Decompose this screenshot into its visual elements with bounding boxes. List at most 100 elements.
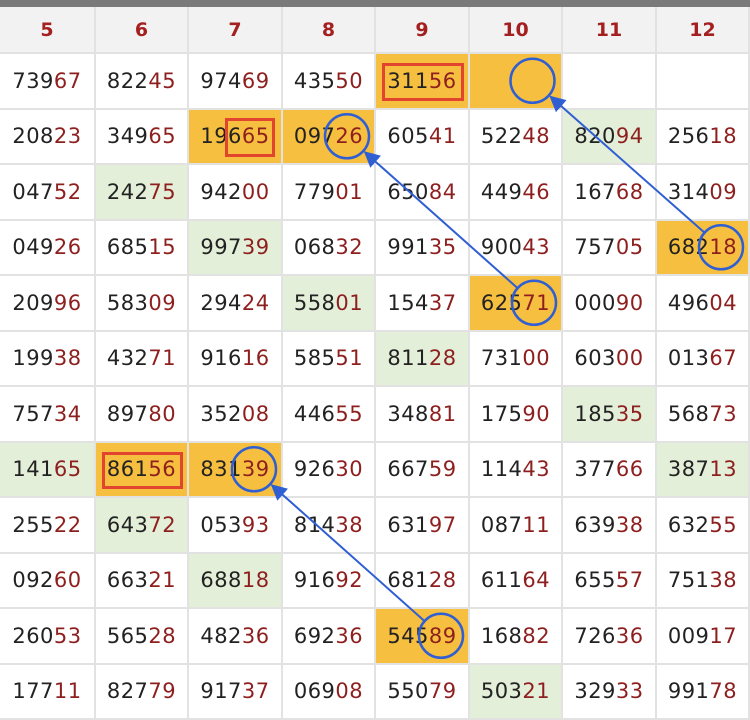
number-prefix: 603 [574,346,616,371]
number-last-two-digits: 37 [241,679,270,704]
number-prefix: 558 [293,290,336,315]
number-prefix: 631 [387,512,429,537]
number-cell: 000 90 [563,276,657,332]
lottery-number-table: 5 6 7 8 9 10 11 12 739 67 822 45 974 69 435 50 311 56 208 2… [0,7,750,720]
number-cell: 446 55 [283,387,376,443]
number-prefix: 731 [480,346,523,371]
number-cell: 757 05 [563,220,657,276]
number-last-two-digits: 38 [709,568,738,593]
number-cell: 503 21 [470,664,563,720]
number-prefix: 092 [12,568,54,593]
number-last-two-digits: 28 [428,346,457,371]
number-prefix: 681 [387,568,429,593]
red-highlight-box-digits [225,117,275,157]
number-last-two-digits: 43 [522,235,551,260]
number-cell: 822 45 [96,54,189,110]
number-last-two-digits: 89 [428,623,457,648]
number-cell: 757 34 [0,387,96,443]
number-cell [563,54,657,110]
number-last-two-digits: 41 [428,124,457,149]
number-prefix: 974 [200,68,242,93]
number-prefix: 820 [574,124,616,149]
number-last-two-digits: 48 [522,124,551,149]
number-last-two-digits: 16 [241,346,270,371]
number-cell: 348 81 [376,387,470,443]
number-prefix: 242 [106,179,149,204]
number-last-two-digits: 55 [709,512,738,537]
number-cell: 831 39 [189,442,283,498]
number-cell: 449 46 [470,165,563,221]
number-last-two-digits: 67 [709,346,738,371]
number-last-two-digits: 97 [428,512,457,537]
number-cell: 141 65 [0,442,96,498]
number-last-two-digits: 33 [615,679,644,704]
number-prefix: 611 [480,568,523,593]
number-cell: 685 15 [96,220,189,276]
number-prefix: 432 [106,346,149,371]
number-cell: 643 72 [96,498,189,554]
number-cell: 625 71 [470,276,563,332]
number-prefix: 348 [387,401,429,426]
number-last-two-digits: 28 [148,623,177,648]
number-cell: 255 22 [0,498,96,554]
number-last-two-digits: 60 [53,568,82,593]
number-last-two-digits: 23 [53,124,82,149]
column-header-12: 12 [657,7,750,54]
number-cell: 779 01 [283,165,376,221]
number-cell [657,54,750,110]
number-last-two-digits: 69 [241,68,270,93]
number-prefix: 991 [387,235,429,260]
number-cell: 917 37 [189,664,283,720]
number-prefix: 294 [200,290,242,315]
number-prefix: 650 [387,179,429,204]
number-cell: 177 11 [0,664,96,720]
number-prefix: 185 [574,401,616,426]
number-cell: 568 73 [657,387,750,443]
number-last-two-digits: 36 [335,623,364,648]
number-prefix: 625 [480,290,523,315]
number-prefix: 822 [106,68,149,93]
number-last-two-digits: 90 [522,401,551,426]
number-cell: 522 48 [470,109,563,165]
number-last-two-digits: 32 [335,235,364,260]
number-cell: 349 65 [96,109,189,165]
number-cell: 688 18 [189,553,283,609]
number-last-two-digits: 46 [522,179,551,204]
number-cell: 377 66 [563,442,657,498]
number-cell [470,54,563,110]
number-last-two-digits: 18 [709,235,738,260]
number-last-two-digits: 67 [53,68,82,93]
number-prefix: 942 [200,179,242,204]
number-prefix: 757 [12,401,54,426]
number-cell: 352 08 [189,387,283,443]
number-cell: 611 64 [470,553,563,609]
number-cell: 167 68 [563,165,657,221]
number-cell: 114 43 [470,442,563,498]
number-prefix: 726 [574,623,616,648]
number-cell: 242 75 [96,165,189,221]
number-last-two-digits: 92 [335,568,364,593]
number-last-two-digits: 82 [522,623,551,648]
number-prefix: 585 [293,346,336,371]
number-cell: 013 67 [657,331,750,387]
number-last-two-digits: 00 [615,346,644,371]
number-prefix: 097 [293,124,336,149]
number-last-two-digits: 00 [241,179,270,204]
number-last-two-digits: 81 [428,401,457,426]
number-cell: 314 09 [657,165,750,221]
number-prefix: 583 [106,290,149,315]
number-last-two-digits: 96 [53,290,82,315]
number-prefix: 997 [200,235,242,260]
number-cell: 631 97 [376,498,470,554]
number-prefix: 446 [293,401,336,426]
number-cell: 545 89 [376,609,470,665]
number-last-two-digits: 39 [241,235,270,260]
number-prefix: 545 [387,623,429,648]
number-prefix: 632 [667,512,710,537]
number-last-two-digits: 52 [53,179,82,204]
number-prefix: 000 [574,290,616,315]
number-last-two-digits: 45 [148,68,177,93]
number-prefix: 605 [387,124,429,149]
number-cell: 550 79 [376,664,470,720]
number-prefix: 827 [106,679,149,704]
